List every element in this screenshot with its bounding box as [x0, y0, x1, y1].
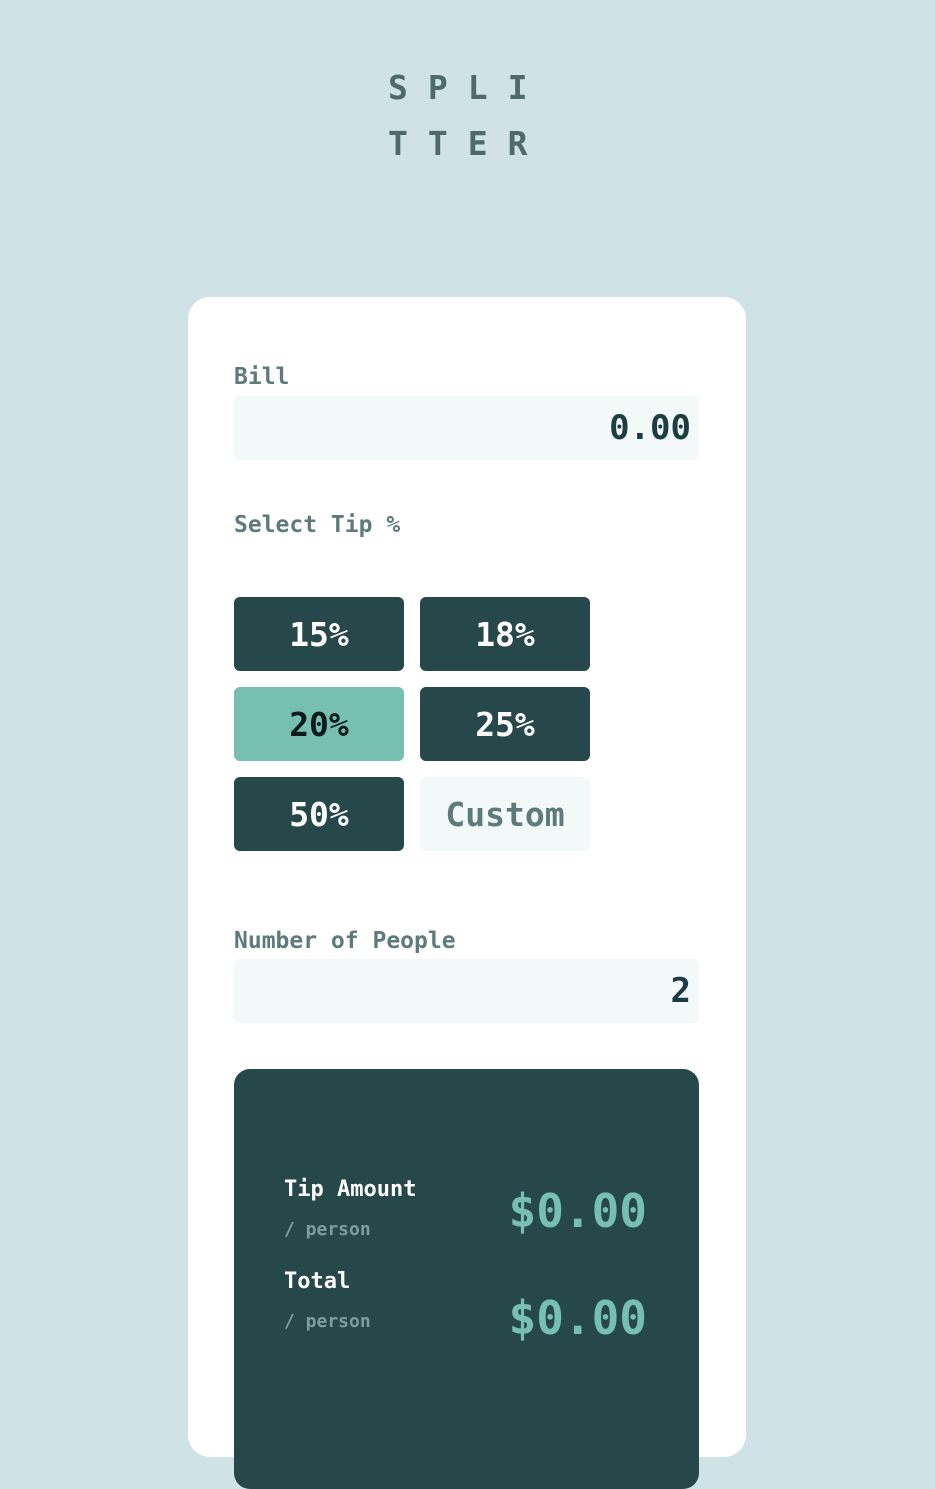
tip-custom-field [420, 777, 590, 851]
tip-button-50[interactable]: 50% [234, 777, 404, 851]
tip-amount-label: Tip Amount [284, 1177, 417, 1202]
people-label: Number of People [234, 928, 456, 954]
total-value: $0.00 [508, 1291, 647, 1345]
tip-amount-per-person: / person [284, 1219, 371, 1240]
logo: SPLI TTER [388, 60, 538, 172]
total-label: Total [284, 1269, 351, 1294]
tip-button-25[interactable]: 25% [420, 687, 590, 761]
calculator-card: Bill Select Tip % 15% 18% 20% 25% 50% Nu… [188, 297, 746, 1489]
tip-custom-input[interactable] [420, 777, 590, 851]
logo-line-1: SPLI [388, 68, 548, 107]
tip-button-20[interactable]: 20% [234, 687, 404, 761]
logo-line-2: TTER [388, 124, 548, 163]
bill-field [234, 396, 699, 460]
people-input[interactable] [234, 959, 699, 1023]
select-tip-label: Select Tip % [234, 512, 401, 538]
results-panel: Tip Amount / person $0.00 Total / person… [234, 1069, 699, 1489]
tip-amount-value: $0.00 [508, 1184, 647, 1238]
tip-button-18[interactable]: 18% [420, 597, 590, 671]
bill-label: Bill [234, 364, 290, 390]
tip-button-15[interactable]: 15% [234, 597, 404, 671]
bill-input[interactable] [234, 396, 699, 460]
people-field [234, 959, 699, 1023]
total-per-person: / person [284, 1311, 371, 1332]
